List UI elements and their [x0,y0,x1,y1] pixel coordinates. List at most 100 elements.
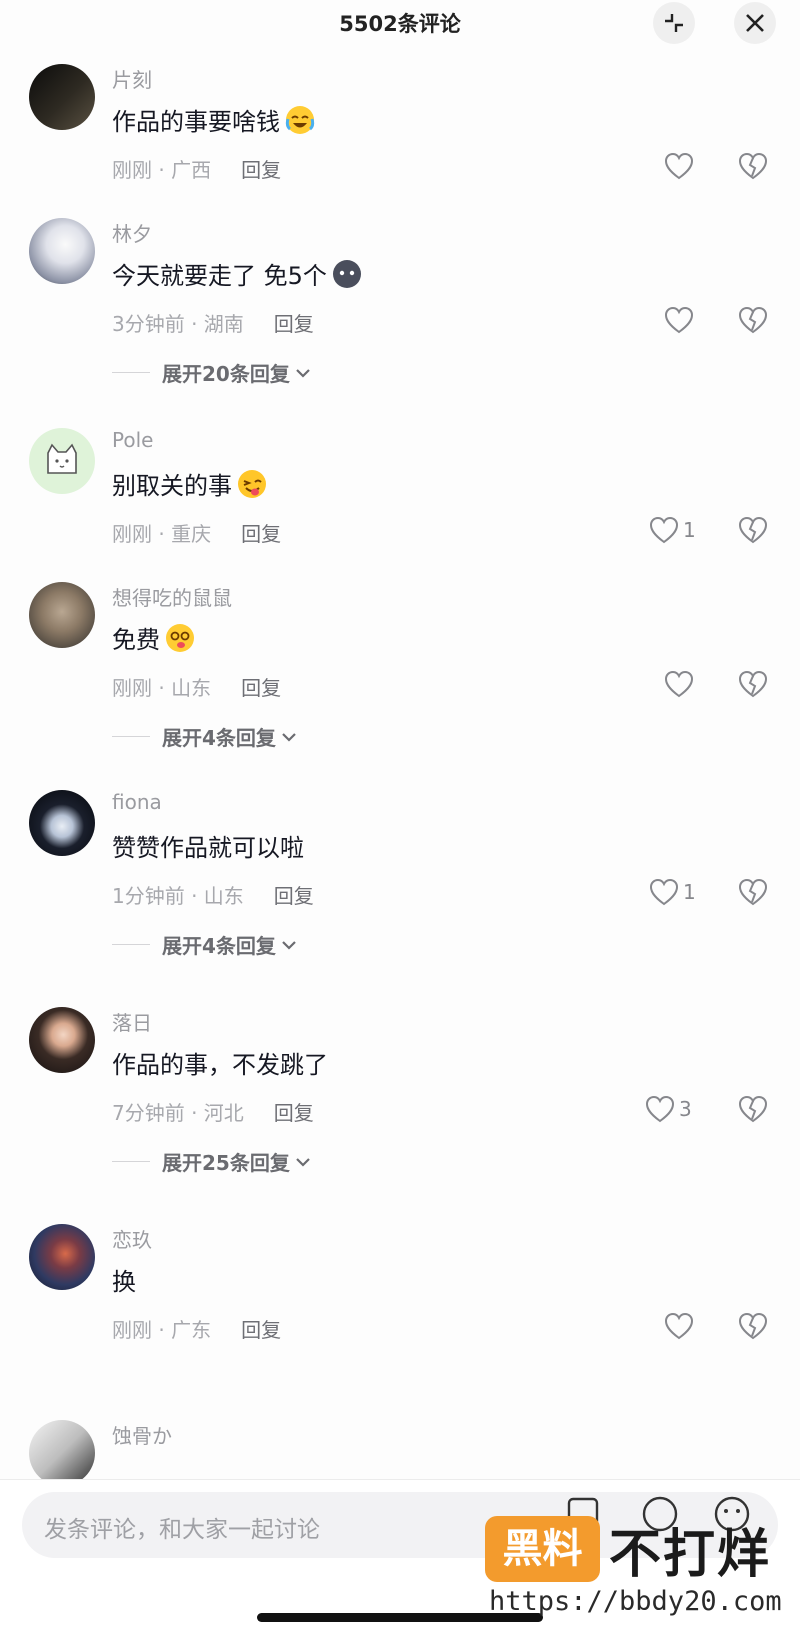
comment-username[interactable]: 想得吃的鼠鼠 [112,582,232,611]
comment-meta: 刚刚 · 重庆 回复 [112,522,282,546]
comment-text: 作品的事，不发跳了 [112,1051,328,1079]
comment-text: 免费 [112,620,196,655]
divider [112,944,150,945]
chevron-down-icon [296,1157,310,1167]
avatar[interactable] [29,218,95,284]
chevron-down-icon [282,940,296,950]
watermark: 黑料 不打烊 https://bbdy20.com [485,1500,785,1620]
divider [112,372,150,373]
comment-username[interactable]: 落日 [112,1007,152,1036]
comment-meta: 1分钟前 · 山东 回复 [112,884,314,908]
broken-heart-icon [738,1312,768,1340]
avatar[interactable] [29,1007,95,1073]
avatar[interactable] [29,582,95,648]
broken-heart-icon [738,516,768,544]
reply-button[interactable]: 回复 [274,1101,314,1125]
comment-username[interactable]: 恋玖 [112,1224,152,1253]
like-button[interactable] [664,670,698,698]
broken-heart-icon [738,878,768,906]
collapse-icon [665,14,683,32]
like-button[interactable] [664,152,698,180]
close-button[interactable] [734,2,776,44]
like-button[interactable] [664,1312,698,1340]
comment-item: Pole 别取关的事 刚刚 · 重庆 回复 1 [0,428,800,558]
dislike-button[interactable] [738,878,768,910]
comment-username[interactable]: 林夕 [112,218,152,247]
watermark-url: https://bbdy20.com [489,1586,782,1617]
reply-button[interactable]: 回复 [241,1318,281,1342]
reply-button[interactable]: 回复 [274,312,314,336]
like-count: 3 [679,1097,692,1121]
reply-button[interactable]: 回复 [241,522,281,546]
dizzy-face-emoji [166,623,194,652]
comment-meta: 刚刚 · 广东 回复 [112,1318,282,1342]
comment-username[interactable]: fiona [112,790,162,814]
broken-heart-icon [738,152,768,180]
divider [112,736,150,737]
comment-meta: 7分钟前 · 河北 回复 [112,1101,314,1125]
avatar[interactable] [29,64,95,130]
collapse-button[interactable] [653,2,695,44]
divider [112,1161,150,1162]
comment-item: 蚀骨か [0,1420,800,1480]
dislike-button[interactable] [738,670,768,702]
avatar[interactable] [29,1420,95,1480]
watermark-badge: 黑料 [485,1516,600,1582]
chevron-down-icon [296,368,310,378]
like-button[interactable]: 1 [649,516,696,544]
comment-username[interactable]: 片刻 [112,64,152,93]
reply-button[interactable]: 回复 [241,676,281,700]
avatar[interactable] [29,790,95,856]
like-count: 1 [683,518,696,542]
expand-replies-button[interactable]: 展开25条回复 [112,1147,312,1176]
comment-item: 恋玖 换 刚刚 · 广东 回复 [0,1224,800,1354]
comment-text: 赞赞作品就可以啦 [112,834,304,862]
close-icon [746,14,764,32]
dislike-button[interactable] [738,1312,768,1344]
like-button[interactable]: 3 [645,1095,692,1123]
avatar[interactable] [29,1224,95,1290]
dislike-button[interactable] [738,152,768,184]
comment-item: 片刻 作品的事要啥钱 刚刚 · 广西 回复 [0,64,800,194]
reply-button[interactable]: 回复 [241,158,281,182]
comment-item: 落日 作品的事，不发跳了 7分钟前 · 河北 回复 3 展开25条回复 [0,1007,800,1187]
comment-username[interactable]: 蚀骨か [112,1420,172,1449]
comment-username[interactable]: Pole [112,428,153,452]
dark-blob-emoji [332,259,361,288]
crying-laughing-emoji [285,105,315,134]
expand-replies-button[interactable]: 展开4条回复 [112,722,298,751]
dislike-button[interactable] [738,1095,768,1127]
like-count: 1 [683,880,696,904]
watermark-text: 不打烊 [609,1525,772,1585]
heart-icon [649,878,679,906]
heart-icon [664,1312,694,1340]
heart-icon [645,1095,675,1123]
comment-input-placeholder: 发条评论，和大家一起讨论 [44,1517,320,1543]
comment-item: 想得吃的鼠鼠 免费 刚刚 · 山东 回复 展开4条回复 [0,582,800,762]
like-button[interactable] [664,306,698,334]
comment-text: 换 [112,1268,136,1296]
comment-text: 别取关的事 [112,466,268,501]
comment-text: 今天就要走了 免5个 [112,256,363,291]
dislike-button[interactable] [738,516,768,548]
like-button[interactable]: 1 [649,878,696,906]
broken-heart-icon [738,306,768,334]
broken-heart-icon [738,1095,768,1123]
expand-replies-button[interactable]: 展开4条回复 [112,930,298,959]
comment-item: fiona 赞赞作品就可以啦 1分钟前 · 山东 回复 1 展开4条回复 [0,790,800,970]
heart-icon [664,306,694,334]
winking-tongue-emoji [238,469,266,498]
chevron-down-icon [282,732,296,742]
avatar[interactable] [29,428,95,494]
cat-icon [47,443,77,474]
reply-button[interactable]: 回复 [274,884,314,908]
comments-header: 5502条评论 [0,0,800,48]
heart-icon [649,516,679,544]
comment-meta: 刚刚 · 广西 回复 [112,158,282,182]
expand-replies-button[interactable]: 展开20条回复 [112,358,312,387]
comment-text: 作品的事要啥钱 [112,102,316,137]
broken-heart-icon [738,670,768,698]
heart-icon [664,670,694,698]
heart-icon [664,152,694,180]
dislike-button[interactable] [738,306,768,338]
